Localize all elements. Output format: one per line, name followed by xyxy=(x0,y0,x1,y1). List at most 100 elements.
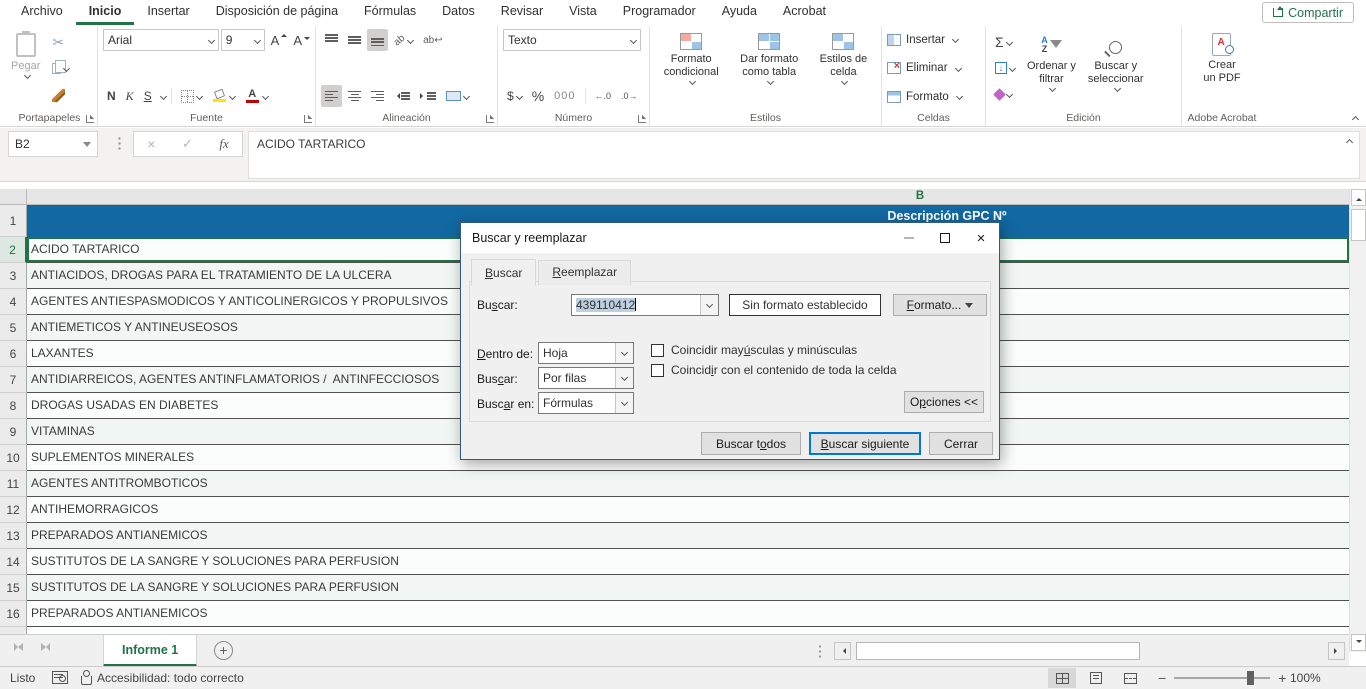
format-as-table-button[interactable]: Dar formato como tabla xyxy=(736,29,802,109)
close-button[interactable]: Cerrar xyxy=(929,432,993,455)
ribbon-tab-programador[interactable]: Programador xyxy=(610,0,709,25)
cell[interactable]: SUSTITUTOS DE LA SANGRE Y SOLUCIONES PAR… xyxy=(27,575,1349,601)
find-what-input[interactable]: 439110412 xyxy=(571,294,719,316)
align-bottom-button[interactable] xyxy=(367,29,388,51)
dialog-launcher-icon[interactable] xyxy=(86,115,94,123)
add-sheet-button[interactable]: + xyxy=(214,641,233,660)
scroll-up-button[interactable] xyxy=(1351,189,1366,206)
find-what-dropdown[interactable] xyxy=(700,295,718,315)
ribbon-tab-datos[interactable]: Datos xyxy=(429,0,488,25)
insert-cells-button[interactable]: Insertar xyxy=(887,29,980,50)
autosum-button[interactable]: Σ xyxy=(991,31,1019,53)
insert-function-icon[interactable]: fx xyxy=(219,136,228,152)
formula-bar-divider[interactable] xyxy=(118,136,121,152)
increase-indent-button[interactable] xyxy=(416,85,440,107)
decrease-decimal-button[interactable]: .0→ xyxy=(617,85,642,107)
dialog-launcher-icon[interactable] xyxy=(638,115,646,123)
within-dropdown[interactable] xyxy=(615,343,633,363)
clear-button[interactable] xyxy=(991,83,1019,105)
table-row[interactable]: 12ANTIHEMORRAGICOS xyxy=(0,497,1349,523)
chevron-down-icon[interactable] xyxy=(160,92,167,99)
tab-reemplazar[interactable]: Reemplazar xyxy=(538,260,631,285)
maximize-button[interactable] xyxy=(927,223,963,253)
copy-button[interactable] xyxy=(48,58,73,80)
vertical-scrollbar-thumb[interactable] xyxy=(1351,209,1366,241)
delete-cells-button[interactable]: Eliminar xyxy=(887,58,980,79)
zoom-level[interactable]: 100% xyxy=(1290,671,1321,685)
scroll-down-button[interactable] xyxy=(1351,634,1366,651)
cut-button[interactable]: ✂ xyxy=(48,31,73,53)
row-header[interactable]: 4 xyxy=(0,289,27,315)
table-row[interactable]: 13PREPARADOS ANTIANEMICOS xyxy=(0,523,1349,549)
sheet-tab-informe-1[interactable]: Informe 1 xyxy=(103,635,197,667)
horizontal-scrollbar-thumb[interactable] xyxy=(856,642,1140,660)
decrease-indent-button[interactable] xyxy=(390,85,414,107)
row-header[interactable]: 3 xyxy=(0,263,27,289)
normal-view-button[interactable] xyxy=(1048,668,1076,688)
row-header[interactable]: 12 xyxy=(0,497,27,523)
find-select-button[interactable]: Buscar y seleccionar xyxy=(1084,29,1148,109)
next-sheet-icon[interactable] xyxy=(41,643,50,651)
number-format-select[interactable]: Texto xyxy=(503,29,641,51)
macro-record-icon[interactable] xyxy=(52,671,68,684)
look-in-select[interactable]: Fórmulas xyxy=(538,392,634,414)
font-color-button[interactable]: A xyxy=(241,85,272,107)
table-row[interactable]: 15SUSTITUTOS DE LA SANGRE Y SOLUCIONES P… xyxy=(0,575,1349,601)
match-case-checkbox[interactable]: Coincidir mayúsculas y minúsculas xyxy=(651,343,857,357)
borders-button[interactable] xyxy=(177,85,206,107)
look-in-dropdown[interactable] xyxy=(615,393,633,413)
ribbon-tab-disposicion[interactable]: Disposición de página xyxy=(203,0,351,25)
wrap-text-button[interactable]: ab↩ xyxy=(419,29,447,51)
zoom-in-button[interactable]: + xyxy=(1278,671,1286,685)
share-button[interactable]: Compartir xyxy=(1262,2,1354,23)
find-all-button[interactable]: Buscar todos xyxy=(701,432,801,455)
underline-button[interactable]: S xyxy=(140,85,156,107)
align-top-button[interactable] xyxy=(321,29,342,51)
format-button[interactable]: Formato... xyxy=(893,294,987,316)
find-next-button[interactable]: Buscar siguiente xyxy=(809,432,921,455)
scrollbar-resize-handle[interactable] xyxy=(818,644,822,658)
zoom-slider[interactable] xyxy=(1174,677,1270,679)
name-box[interactable]: B2 xyxy=(8,131,98,157)
vertical-scrollbar[interactable] xyxy=(1349,189,1366,652)
within-select[interactable]: Hoja xyxy=(538,342,634,364)
formula-input[interactable]: ACIDO TARTARICO xyxy=(248,131,1360,179)
decrease-font-button[interactable]: A xyxy=(289,29,310,51)
enter-icon[interactable]: ✓ xyxy=(182,136,193,152)
scroll-right-button[interactable] xyxy=(1328,642,1345,660)
tab-buscar[interactable]: Buscar xyxy=(471,259,536,286)
cell[interactable]: AGENTES ANTITROMBOTICOS xyxy=(27,471,1349,497)
search-order-dropdown[interactable] xyxy=(615,368,633,388)
align-middle-button[interactable] xyxy=(344,29,365,51)
cell[interactable]: ANTIHEMORRAGICOS xyxy=(27,497,1349,523)
column-header-b[interactable]: B xyxy=(700,189,1140,204)
collapse-ribbon-icon[interactable] xyxy=(1352,116,1359,123)
cell[interactable]: SUSTITUTOS DE LA SANGRE Y SOLUCIONES PAR… xyxy=(27,549,1349,575)
comma-style-button[interactable]: 000 xyxy=(550,85,579,107)
page-layout-view-button[interactable] xyxy=(1082,668,1110,688)
row-header[interactable]: 13 xyxy=(0,523,27,549)
ribbon-tab-vista[interactable]: Vista xyxy=(556,0,610,25)
cell[interactable]: PREPARADOS ANTIANEMICOS xyxy=(27,523,1349,549)
zoom-slider-thumb[interactable] xyxy=(1247,671,1254,685)
match-entire-checkbox[interactable]: Coincidir con el contenido de toda la ce… xyxy=(651,363,897,377)
page-break-view-button[interactable] xyxy=(1116,668,1144,688)
conditional-formatting-button[interactable]: Formato condicional xyxy=(660,29,723,109)
paste-button[interactable]: Pegar xyxy=(7,29,44,109)
align-center-button[interactable] xyxy=(344,85,365,107)
orientation-button[interactable]: ab xyxy=(390,29,417,51)
increase-decimal-button[interactable]: ←.0 xyxy=(591,85,616,107)
ribbon-tab-ayuda[interactable]: Ayuda xyxy=(709,0,770,25)
dialog-launcher-icon[interactable] xyxy=(486,115,494,123)
column-header-row[interactable]: B xyxy=(0,189,1349,205)
ribbon-tab-archivo[interactable]: Archivo xyxy=(8,0,76,25)
sort-filter-button[interactable]: AZ Ordenar y filtrar xyxy=(1023,29,1080,109)
bold-button[interactable]: N xyxy=(103,85,120,107)
row-header[interactable]: 10 xyxy=(0,445,27,471)
percent-style-button[interactable]: % xyxy=(528,85,548,107)
table-row[interactable]: 11AGENTES ANTITROMBOTICOS xyxy=(0,471,1349,497)
row-header[interactable]: 16 xyxy=(0,601,27,627)
table-row[interactable]: 16PREPARADOS ANTIANEMICOS xyxy=(0,601,1349,627)
previous-sheet-icon[interactable] xyxy=(14,643,23,651)
ribbon-tab-revisar[interactable]: Revisar xyxy=(488,0,556,25)
